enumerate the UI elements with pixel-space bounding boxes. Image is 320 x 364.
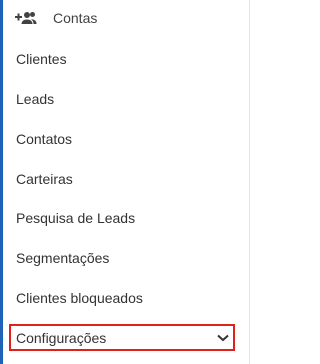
- sidebar-section-contas[interactable]: Contas: [15, 6, 97, 30]
- sidebar-section-label: Contas: [53, 10, 98, 26]
- menu-item-configuracoes[interactable]: Configurações: [11, 326, 233, 349]
- chevron-down-icon[interactable]: [215, 330, 231, 346]
- menu-item-leads[interactable]: Leads: [16, 88, 54, 110]
- sidebar-divider: [249, 0, 250, 364]
- menu-item-carteiras[interactable]: Carteiras: [16, 168, 73, 190]
- sidebar-page: Contas Clientes Leads Contatos Carteiras…: [0, 0, 256, 364]
- menu-item-clientes-bloqueados[interactable]: Clientes bloqueados: [16, 287, 143, 309]
- menu-item-configuracoes-label: Configurações: [16, 329, 107, 346]
- active-accent-bar: [0, 0, 3, 364]
- menu-item-clientes[interactable]: Clientes: [16, 48, 67, 70]
- menu-item-segmentacoes[interactable]: Segmentações: [16, 247, 109, 269]
- add-group-icon: [15, 9, 37, 27]
- menu-item-pesquisa-de-leads[interactable]: Pesquisa de Leads: [16, 207, 135, 229]
- menu-item-contatos[interactable]: Contatos: [16, 128, 72, 150]
